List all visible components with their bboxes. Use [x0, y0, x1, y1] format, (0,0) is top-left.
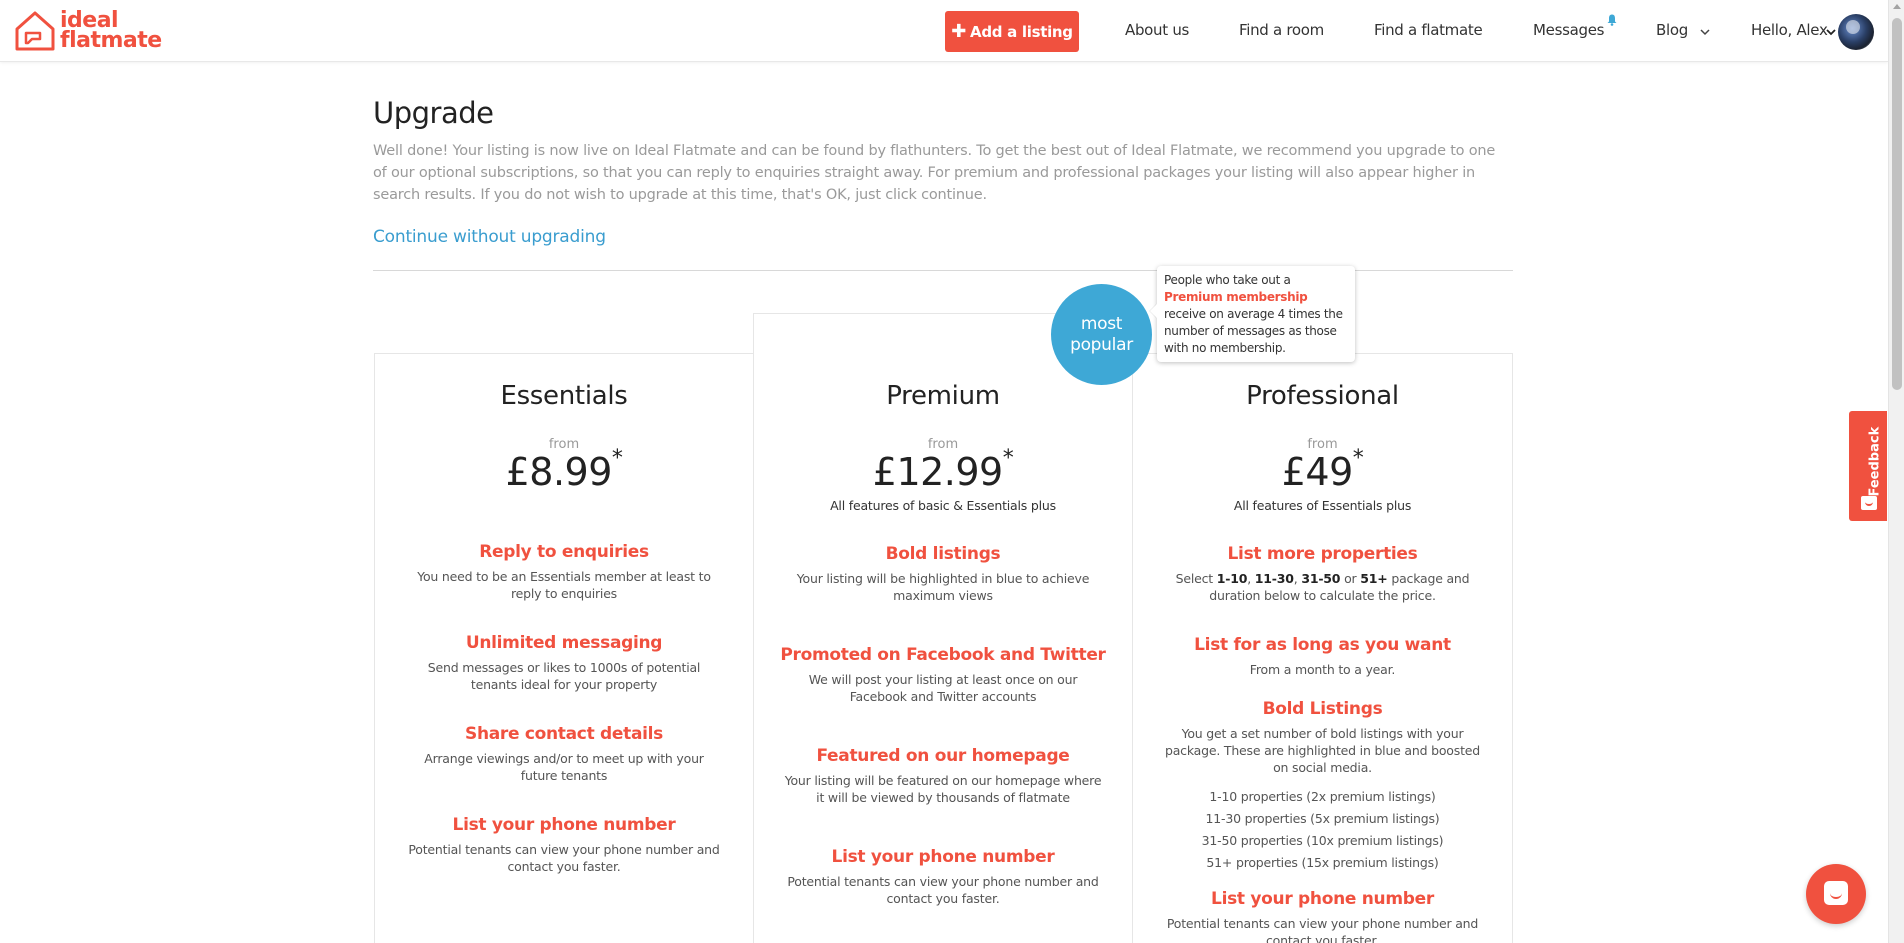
package-item: 31-50 properties (10x premium listings) — [1201, 833, 1444, 848]
plus-icon: ✚ — [951, 21, 967, 42]
feature-desc: From a month to a year. — [1249, 662, 1396, 677]
price-value: £8.99 — [505, 450, 613, 494]
package-item: 1-10 properties (2x premium listings) — [1209, 789, 1436, 804]
feature-title: Promoted on Facebook and Twitter — [780, 645, 1106, 665]
plan-price: £12.99* — [754, 446, 1132, 494]
feature-desc: We will post your listing at least once … — [808, 672, 1078, 704]
chat-icon — [1824, 881, 1848, 905]
package-item: 51+ properties (15x premium listings) — [1206, 855, 1439, 870]
house-logo-icon — [15, 11, 55, 51]
plan-professional-card[interactable]: Professional from £49* All features of E… — [1132, 353, 1513, 943]
plan-premium-card[interactable]: Premium from £12.99* All features of bas… — [753, 313, 1133, 943]
desc-text: Select — [1175, 571, 1214, 586]
intro-text: Well done! Your listing is now live on I… — [373, 143, 1496, 203]
feature-desc: Select 1-10, 11-30, 31-50 or 51+ package… — [1175, 571, 1470, 603]
feedback-smiley-icon — [1861, 496, 1877, 510]
feature-desc: Arrange viewings and/or to meet up with … — [424, 751, 704, 783]
feature-title: Bold listings — [885, 544, 1001, 564]
feature-title: Bold Listings — [1262, 699, 1383, 719]
price-asterisk: * — [611, 446, 623, 472]
nav-about-us[interactable]: About us — [1125, 21, 1189, 39]
badge-line: popular — [1070, 334, 1133, 355]
feedback-label: Feedback — [1867, 426, 1883, 497]
user-greeting[interactable]: Hello, Alex — [1751, 21, 1828, 39]
feature-title: List your phone number — [1211, 889, 1434, 909]
feature-desc: Send messages or likes to 1000s of poten… — [427, 660, 701, 692]
feature-desc: Potential tenants can view your phone nu… — [787, 874, 1099, 906]
nav-find-a-room[interactable]: Find a room — [1239, 21, 1324, 39]
logo[interactable]: ideal flatmate — [14, 9, 162, 53]
most-popular-badge: most popular — [1051, 284, 1152, 385]
chat-launcher-button[interactable] — [1806, 864, 1866, 924]
plan-price: £8.99* — [375, 446, 753, 494]
feedback-tab[interactable]: Feedback — [1849, 411, 1887, 521]
plan-price: £49* — [1133, 446, 1512, 494]
logo-text: ideal flatmate — [60, 10, 162, 53]
package-option-1-10[interactable]: 1-10 — [1217, 571, 1248, 586]
page-title: Upgrade — [373, 96, 494, 130]
price-value: £49 — [1281, 450, 1354, 494]
feature-title: Unlimited messaging — [465, 633, 663, 653]
tooltip-highlight: Premium membership — [1164, 290, 1308, 304]
plan-name: Premium — [886, 381, 1000, 411]
logo-line-flatmate: flatmate — [60, 28, 162, 53]
plan-includes: All features of basic & Essentials plus — [830, 498, 1056, 513]
package-option-31-50[interactable]: 31-50 — [1301, 571, 1340, 586]
avatar[interactable] — [1838, 14, 1874, 50]
feature-title: List more properties — [1227, 544, 1418, 564]
package-option-51-plus[interactable]: 51+ — [1360, 571, 1387, 586]
page-scrollbar[interactable] — [1888, 0, 1904, 943]
nav-messages[interactable]: Messages — [1533, 21, 1604, 39]
plan-name: Essentials — [500, 381, 628, 411]
plan-essentials-card[interactable]: Essentials from £8.99* Reply to enquirie… — [374, 353, 754, 943]
scroll-up-arrow-icon[interactable] — [1893, 4, 1901, 9]
feature-desc: Potential tenants can view your phone nu… — [408, 842, 720, 874]
add-listing-label: Add a listing — [970, 22, 1073, 41]
feature-desc: Your listing will be featured on our hom… — [784, 773, 1102, 805]
price-asterisk: * — [1352, 446, 1364, 472]
top-navbar: ideal flatmate ✚ Add a listing About us … — [0, 0, 1888, 62]
feature-title: Featured on our homepage — [816, 746, 1070, 766]
scrollbar-thumb[interactable] — [1892, 18, 1902, 390]
plan-includes: All features of Essentials plus — [1233, 498, 1412, 513]
continue-without-upgrading-link[interactable]: Continue without upgrading — [373, 227, 606, 247]
plan-name: Professional — [1246, 381, 1399, 411]
chevron-down-icon[interactable] — [1700, 27, 1710, 37]
package-item: 11-30 properties (5x premium listings) — [1205, 811, 1440, 826]
feature-desc: You need to be an Essentials member at l… — [417, 569, 711, 601]
tooltip-text: receive on average 4 times the number of… — [1164, 307, 1343, 355]
user-menu-chevron-icon[interactable] — [1826, 27, 1836, 37]
package-option-11-30[interactable]: 11-30 — [1255, 571, 1294, 586]
feature-title: List for as long as you want — [1194, 635, 1451, 655]
feature-title: List your phone number — [831, 847, 1055, 867]
premium-tooltip: People who take out a Premium membership… — [1157, 266, 1355, 362]
price-value: £12.99 — [872, 450, 1003, 494]
nav-blog[interactable]: Blog — [1656, 21, 1688, 39]
nav-find-a-flatmate[interactable]: Find a flatmate — [1374, 21, 1483, 39]
feature-title: Share contact details — [465, 724, 663, 744]
tooltip-text: People who take out a — [1164, 273, 1291, 287]
notification-bell-icon — [1607, 14, 1617, 26]
badge-line: most — [1080, 313, 1123, 334]
price-asterisk: * — [1002, 446, 1014, 472]
desc-text: or — [1344, 571, 1357, 586]
feature-title: List your phone number — [452, 815, 676, 835]
feature-desc: You get a set number of bold listings wi… — [1164, 726, 1480, 775]
feature-title: Reply to enquiries — [479, 542, 649, 562]
add-listing-button[interactable]: ✚ Add a listing — [945, 11, 1079, 52]
feature-desc: Potential tenants can view your phone nu… — [1166, 916, 1479, 943]
feature-desc: Your listing will be highlighted in blue… — [796, 571, 1090, 603]
desc-text: package and duration below to calculate … — [1209, 571, 1470, 603]
